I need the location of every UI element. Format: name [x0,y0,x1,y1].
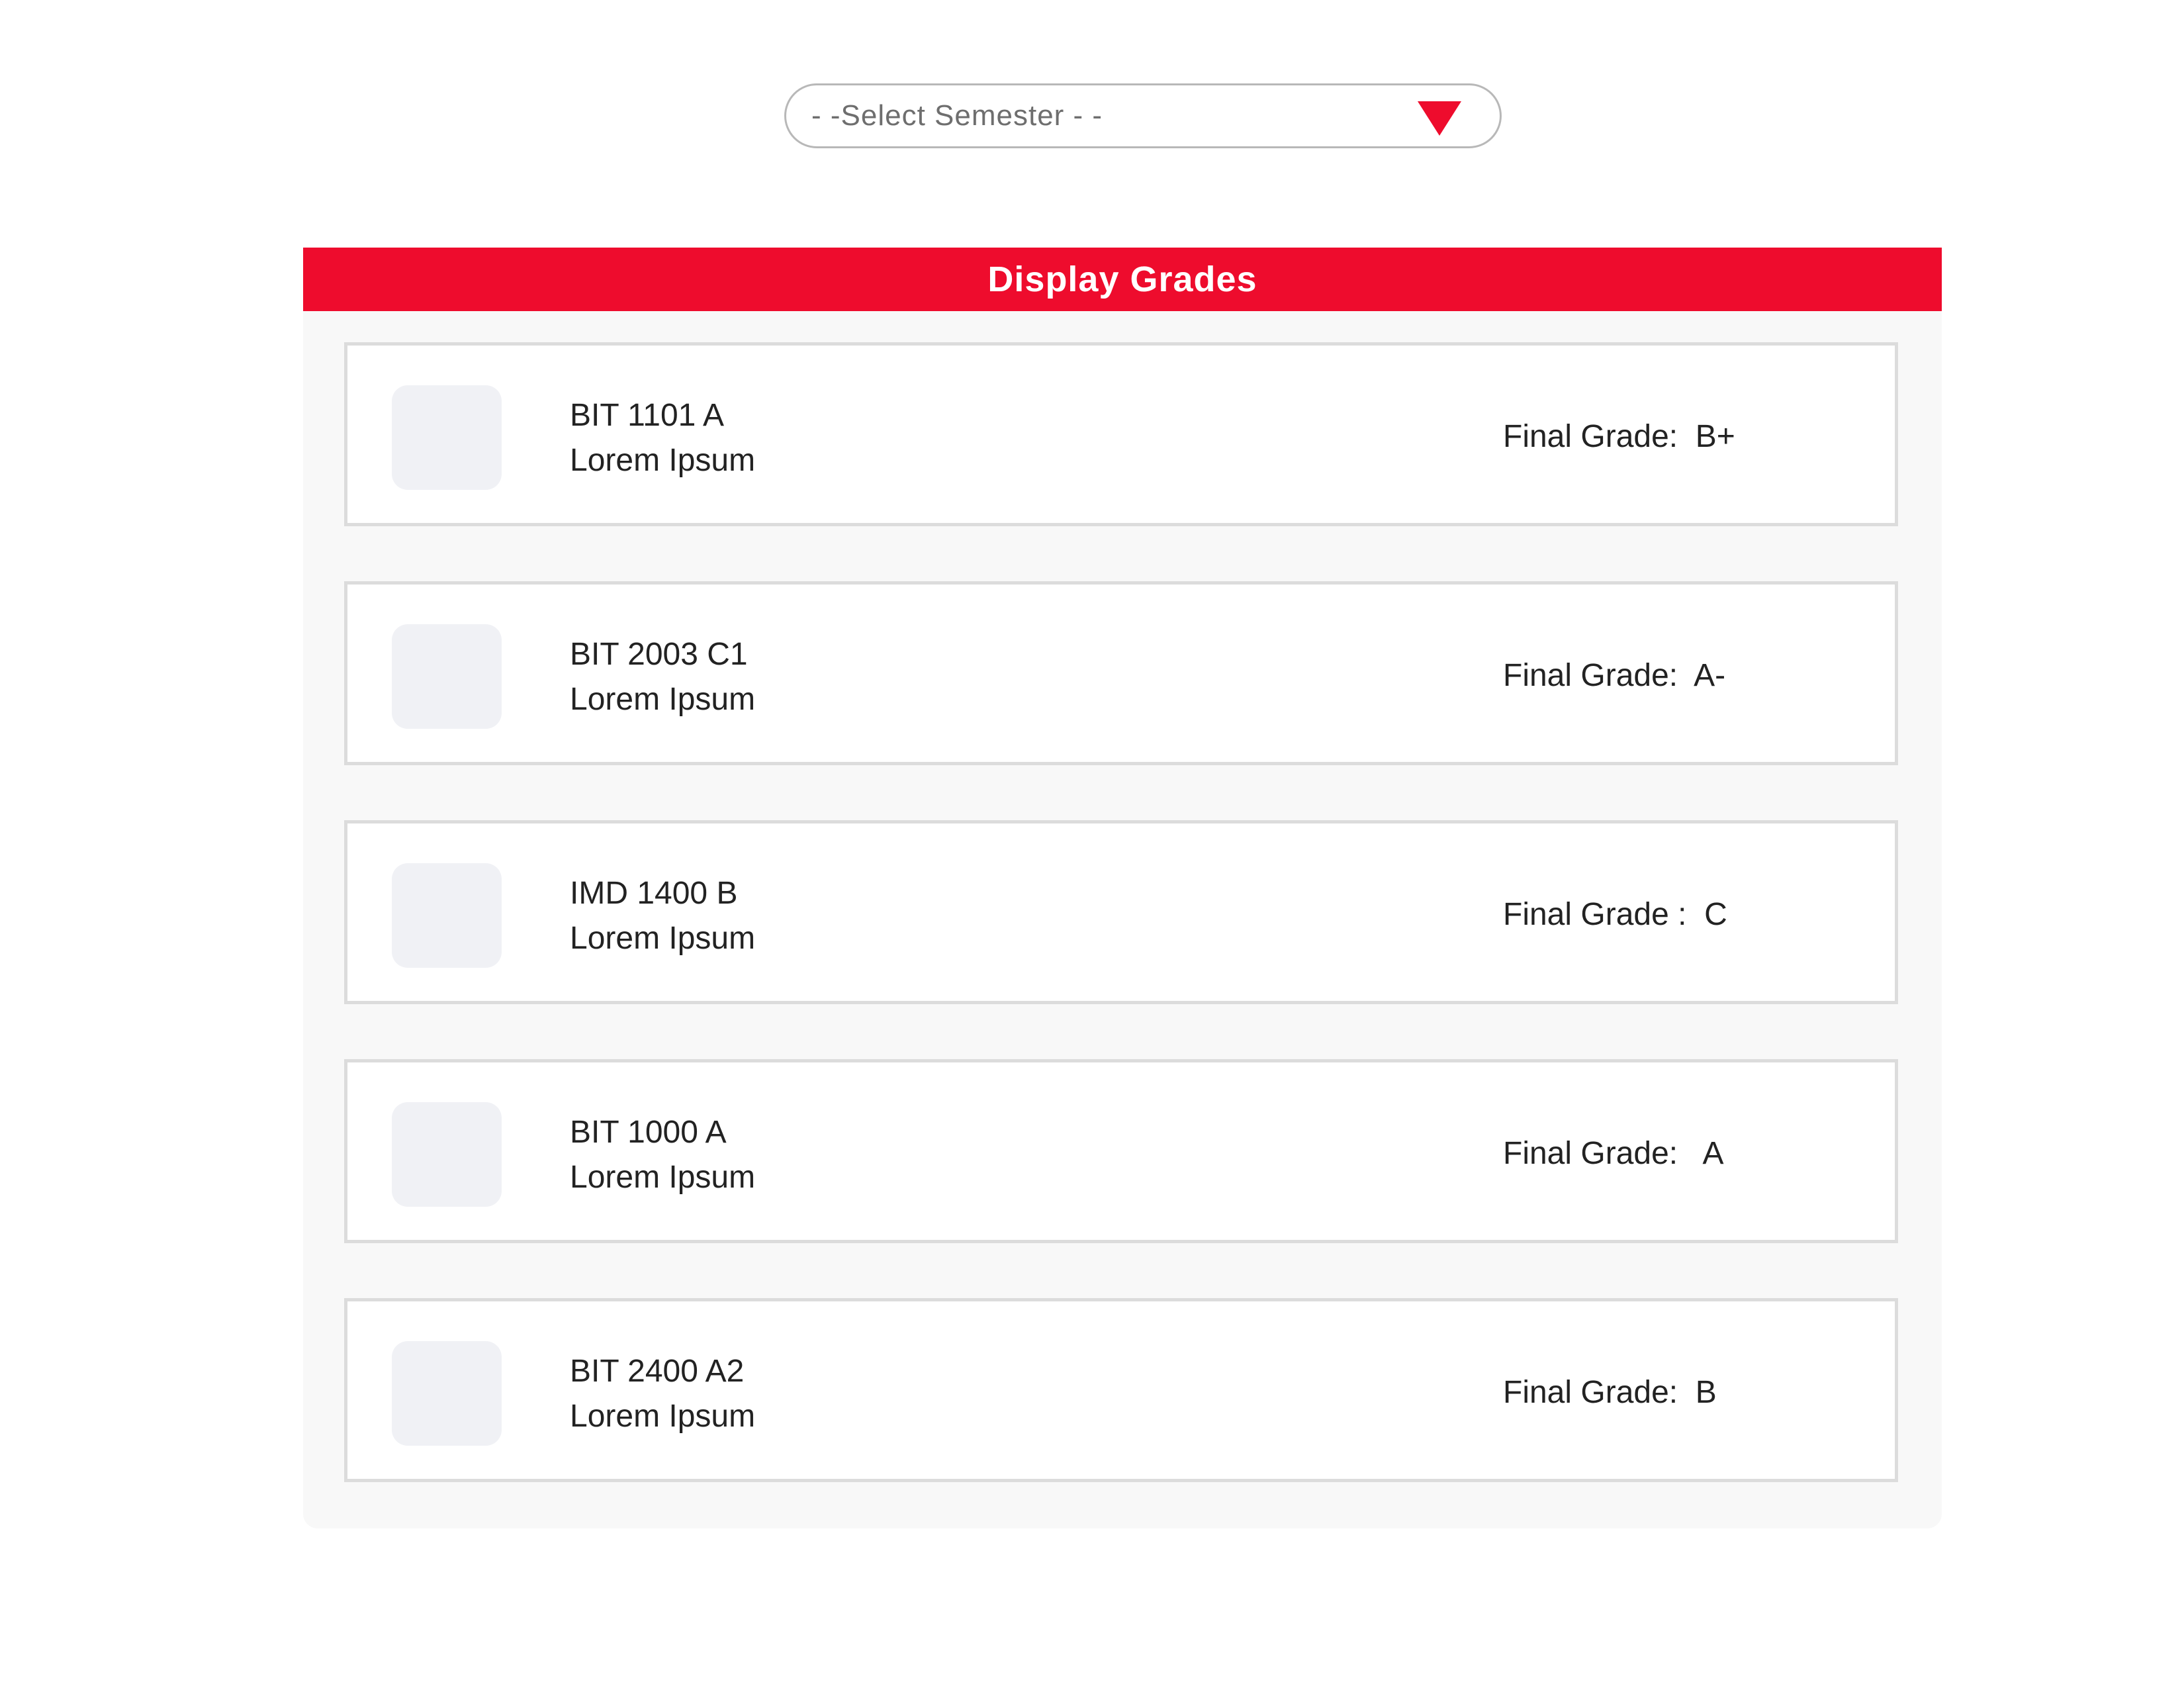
final-grade: Final Grade: A- [1503,658,1726,693]
grades-panel: Display Grades BIT 1101 A Lorem Ipsum Fi… [303,248,1942,1528]
course-name: Lorem Ipsum [570,1399,756,1434]
course-code: BIT 1000 A [570,1115,727,1150]
course-name: Lorem Ipsum [570,921,756,956]
semester-select-placeholder: - -Select Semester - - [811,99,1103,132]
course-name: Lorem Ipsum [570,443,756,478]
panel-title: Display Grades [987,259,1257,299]
course-card[interactable]: BIT 2400 A2 Lorem Ipsum Final Grade: B [344,1298,1898,1482]
course-thumbnail [392,863,502,968]
course-thumbnail [392,1341,502,1446]
course-name: Lorem Ipsum [570,1160,756,1195]
course-card[interactable]: BIT 1000 A Lorem Ipsum Final Grade: A [344,1059,1898,1243]
caret-down-icon[interactable] [1418,101,1461,136]
final-grade: Final Grade: B+ [1503,419,1735,454]
semester-select[interactable]: - -Select Semester - - [784,83,1502,148]
course-code: BIT 1101 A [570,398,725,433]
course-card[interactable]: BIT 2003 C1 Lorem Ipsum Final Grade: A- [344,581,1898,765]
final-grade: Final Grade: A [1503,1136,1724,1171]
course-code: IMD 1400 B [570,876,738,911]
final-grade: Final Grade: B [1503,1375,1717,1410]
course-code: BIT 2003 C1 [570,637,748,672]
course-thumbnail [392,1102,502,1207]
course-thumbnail [392,385,502,490]
panel-header: Display Grades [303,248,1942,311]
course-thumbnail [392,624,502,729]
final-grade: Final Grade : C [1503,897,1727,932]
course-code: BIT 2400 A2 [570,1354,745,1389]
course-name: Lorem Ipsum [570,682,756,717]
course-card[interactable]: BIT 1101 A Lorem Ipsum Final Grade: B+ [344,342,1898,526]
course-card[interactable]: IMD 1400 B Lorem Ipsum Final Grade : C [344,820,1898,1004]
